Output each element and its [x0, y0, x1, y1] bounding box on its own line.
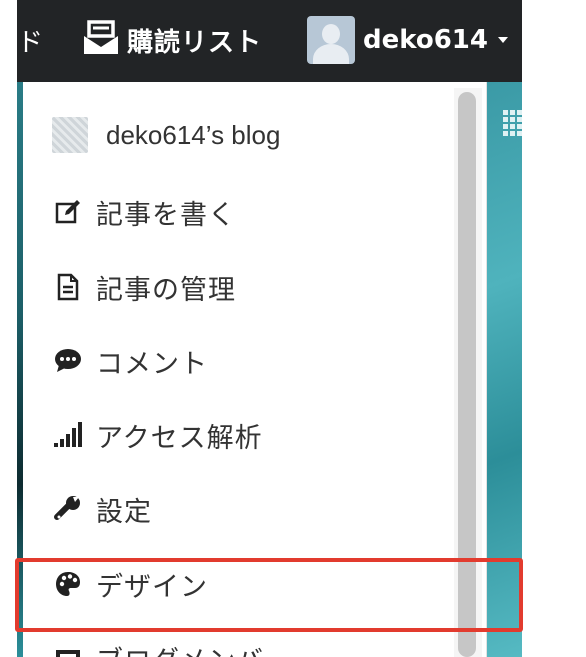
menu-item-settings[interactable]: 設定 — [52, 487, 452, 531]
signal-bars-icon — [52, 419, 84, 451]
reading-list-button[interactable]: 購読リスト — [81, 14, 262, 66]
top-navigation-bar: ド 購読リスト deko614 — [17, 0, 522, 82]
edit-icon — [52, 196, 84, 228]
menu-item-comments[interactable]: コメント — [52, 339, 452, 383]
background-page-right-edge — [487, 82, 522, 657]
blog-name: deko614’s blog — [106, 119, 281, 150]
chevron-down-icon — [497, 37, 508, 43]
reading-list-icon — [81, 18, 121, 62]
blog-thumbnail — [52, 117, 88, 153]
nav-item-partial-label[interactable]: ド — [17, 22, 44, 59]
reading-list-label: 購読リスト — [127, 27, 263, 58]
blog-link[interactable]: deko614’s blog — [52, 112, 280, 158]
menu-item-label: コメント — [96, 348, 208, 380]
dropdown-scrollbar-thumb[interactable] — [458, 92, 476, 657]
menu-item-label: 記事を書く — [96, 199, 236, 231]
palette-icon — [52, 568, 84, 600]
comment-icon — [52, 345, 84, 377]
menu-item-label: アクセス解析 — [96, 422, 263, 454]
menu-item-manage-entries[interactable]: 記事の管理 — [52, 265, 452, 309]
menu-item-design[interactable]: デザイン — [52, 562, 452, 606]
members-icon — [52, 642, 84, 657]
menu-item-access-analytics[interactable]: アクセス解析 — [52, 413, 452, 457]
menu-item-write-entry[interactable]: 記事を書く — [52, 190, 452, 234]
menu-item-label: 記事の管理 — [96, 274, 236, 306]
grid-icon[interactable] — [503, 110, 523, 142]
wrench-icon — [52, 493, 84, 525]
menu-item-label: デザイン — [96, 571, 208, 603]
avatar — [307, 16, 355, 64]
menu-item-label: 設定 — [96, 496, 152, 528]
menu-item-blog-members[interactable]: ブログメンバー — [52, 636, 452, 657]
username-label: deko614 — [363, 25, 488, 55]
user-menu-toggle[interactable]: deko614 — [307, 14, 508, 66]
document-icon — [52, 271, 84, 303]
menu-item-label: ブログメンバー — [96, 639, 292, 657]
